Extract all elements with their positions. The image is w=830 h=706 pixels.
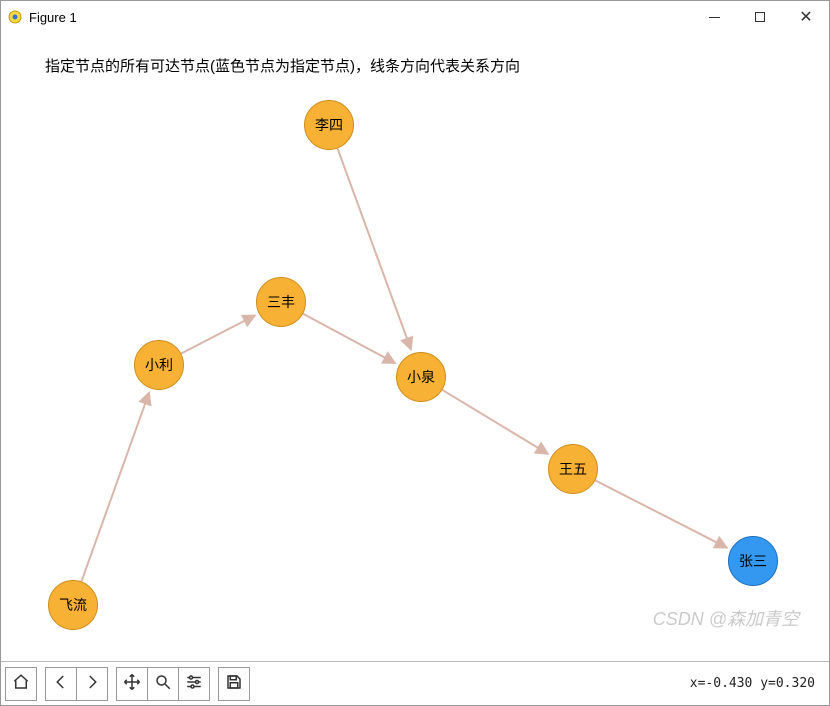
graph-edge xyxy=(442,390,548,454)
subplots-button[interactable] xyxy=(178,667,210,701)
titlebar: Figure 1 ✕ xyxy=(1,1,829,33)
graph-node: 张三 xyxy=(728,536,778,586)
window-title: Figure 1 xyxy=(29,10,77,25)
home-icon xyxy=(12,673,30,694)
window-buttons: ✕ xyxy=(691,2,829,32)
edges-layer xyxy=(1,33,829,661)
home-button[interactable] xyxy=(5,667,37,701)
graph-edge xyxy=(81,392,149,581)
zoom-button[interactable] xyxy=(147,667,179,701)
graph-node: 飞流 xyxy=(48,580,98,630)
graph-edge xyxy=(595,480,727,547)
pan-button[interactable] xyxy=(116,667,148,701)
graph-node: 李四 xyxy=(304,100,354,150)
save-icon xyxy=(225,673,243,694)
save-button[interactable] xyxy=(218,667,250,701)
forward-button[interactable] xyxy=(76,667,108,701)
minimize-button[interactable] xyxy=(691,2,737,32)
graph-edge xyxy=(338,148,411,349)
coord-readout: x=-0.430 y=0.320 xyxy=(690,676,815,691)
graph-edge xyxy=(181,315,255,353)
graph-node: 小利 xyxy=(134,340,184,390)
sliders-icon xyxy=(185,673,203,694)
back-button[interactable] xyxy=(45,667,77,701)
graph-edge xyxy=(303,314,395,364)
graph-node: 三丰 xyxy=(256,277,306,327)
zoom-icon xyxy=(154,673,172,694)
app-icon xyxy=(7,9,23,25)
move-icon xyxy=(123,673,141,694)
maximize-button[interactable] xyxy=(737,2,783,32)
arrow-right-icon xyxy=(83,673,101,694)
mpl-toolbar: x=-0.430 y=0.320 xyxy=(1,661,829,705)
graph-node: 小泉 xyxy=(396,352,446,402)
graph-node: 王五 xyxy=(548,444,598,494)
arrow-left-icon xyxy=(52,673,70,694)
close-button[interactable]: ✕ xyxy=(783,2,829,32)
figure-canvas[interactable]: 指定节点的所有可达节点(蓝色节点为指定节点)，线条方向代表关系方向 李四三丰小利… xyxy=(1,33,829,661)
